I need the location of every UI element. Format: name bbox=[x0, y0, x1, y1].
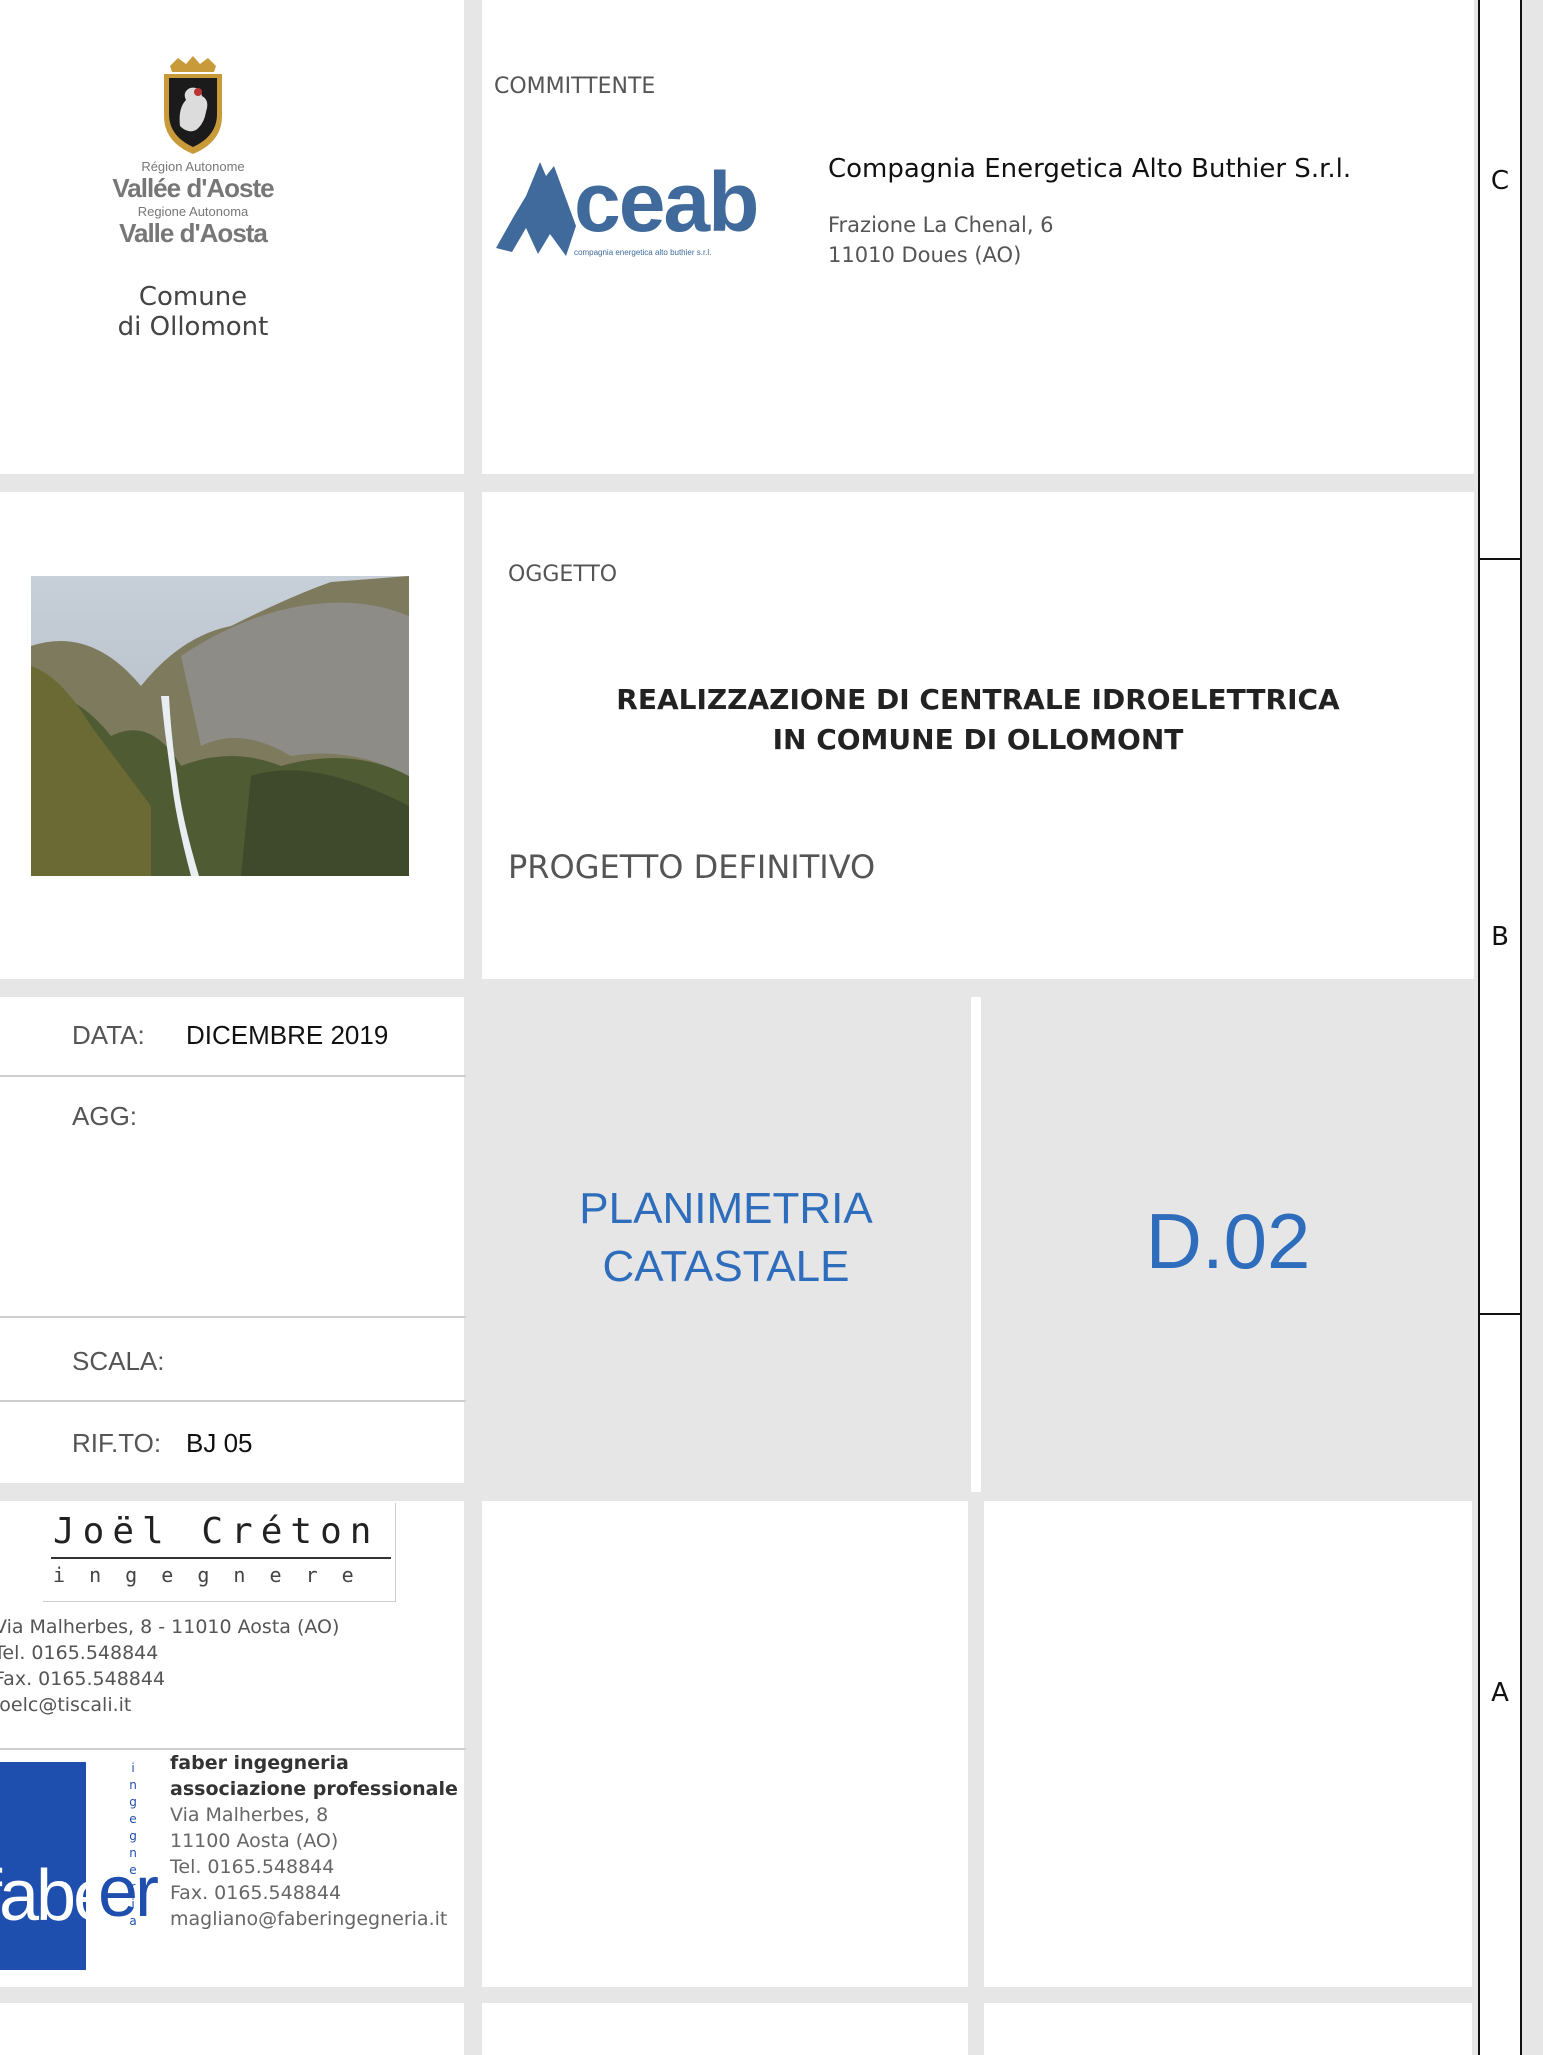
client-address-line-1: Frazione La Chenal, 6 bbox=[828, 213, 1054, 237]
zone-letter-a: A bbox=[1491, 1678, 1509, 1708]
bottom-box-left bbox=[0, 2003, 464, 2055]
drawing-title-line-1: PLANIMETRIA bbox=[579, 1184, 873, 1233]
firm-name-line-2: associazione professionale bbox=[170, 1778, 458, 1800]
empty-box-middle bbox=[482, 1501, 968, 1987]
photo-panel bbox=[0, 492, 464, 979]
update-label: AGG: bbox=[72, 1101, 138, 1131]
project-phase: PROGETTO DEFINITIVO bbox=[508, 848, 876, 886]
ref-value: BJ 05 bbox=[186, 1428, 253, 1458]
faber-vertical-word: in ge gn er ia bbox=[129, 1761, 137, 1928]
authority-panel: Région Autonome Vallée d'Aoste Regione A… bbox=[0, 0, 464, 474]
zone-letter-b: B bbox=[1491, 922, 1509, 952]
comune-line-2: di Ollomont bbox=[117, 312, 269, 342]
drawing-divider bbox=[971, 997, 981, 1492]
firm-address-line-1: Via Malherbes, 8 bbox=[170, 1804, 329, 1826]
region-line-2: Vallée d'Aoste bbox=[112, 173, 274, 203]
firm-tel: Tel. 0165.548844 bbox=[170, 1856, 335, 1878]
coat-of-arms-icon bbox=[164, 56, 222, 154]
region-line-1: Région Autonome bbox=[141, 159, 245, 174]
sheet-zone-ruler: C B A bbox=[1478, 0, 1522, 2055]
ceab-logo-tagline: compagnia energetica alto buthier s.r.l. bbox=[574, 248, 712, 257]
client-section-label: COMMITTENTE bbox=[494, 74, 656, 99]
firm-address-line-2: 11100 Aosta (AO) bbox=[170, 1830, 339, 1852]
client-name: Compagnia Energetica Alto Buthier S.r.l. bbox=[828, 154, 1352, 184]
client-address-line-2: 11010 Doues (AO) bbox=[828, 243, 1022, 267]
info-panel bbox=[0, 997, 464, 1483]
firm-fax: Fax. 0165.548844 bbox=[170, 1882, 342, 1904]
drawing-title-line-2: CATASTALE bbox=[602, 1242, 850, 1291]
scale-label: SCALA: bbox=[72, 1346, 165, 1376]
subject-panel: OGGETTO REALIZZAZIONE DI CENTRALE IDROEL… bbox=[482, 492, 1474, 979]
bottom-box-middle bbox=[482, 2003, 968, 2055]
firm-email[interactable]: magliano@faberingegneria.it bbox=[170, 1906, 458, 1932]
region-line-3: Regione Autonoma bbox=[137, 204, 249, 219]
region-line-4: Valle d'Aosta bbox=[119, 218, 268, 248]
subject-section-label: OGGETTO bbox=[508, 562, 618, 587]
engineer-stamp: Joël Créton i n g e g n e r e bbox=[43, 1503, 396, 1602]
engineer-address: Via Malherbes, 8 - 11010 Aosta (AO) bbox=[0, 1616, 340, 1638]
engineer-subtitle: i n g e g n e r e bbox=[53, 1563, 360, 1587]
ref-label: RIF.TO: bbox=[72, 1428, 162, 1458]
ceab-mountain-icon bbox=[496, 162, 576, 256]
empty-box-right bbox=[984, 1501, 1472, 1987]
subject-title-line-1: REALIZZAZIONE DI CENTRALE IDROELETTRICA bbox=[616, 683, 1340, 716]
engineer-email[interactable]: joelc@tiscali.it bbox=[0, 1692, 339, 1718]
client-panel: COMMITTENTE ceab compagnia energetica al… bbox=[482, 0, 1474, 474]
engineer-fax: Fax. 0165.548844 bbox=[0, 1668, 166, 1690]
drawing-code: D.02 bbox=[1145, 1197, 1311, 1285]
engineer-tel: Tel. 0165.548844 bbox=[0, 1642, 159, 1664]
firm-name-line-1: faber ingegneria bbox=[170, 1752, 349, 1774]
subject-title-line-2: IN COMUNE DI OLLOMONT bbox=[772, 723, 1184, 756]
ceab-logo-text: ceab bbox=[574, 155, 759, 249]
zone-letter-c: C bbox=[1490, 166, 1510, 196]
engineer-name: Joël Créton bbox=[53, 1511, 380, 1552]
comune-line-1: Comune bbox=[138, 282, 248, 312]
date-value: DICEMBRE 2019 bbox=[186, 1020, 389, 1050]
date-label: DATA: bbox=[72, 1020, 145, 1050]
bottom-box-right bbox=[984, 2003, 1472, 2055]
waterfall-photo bbox=[31, 576, 409, 876]
